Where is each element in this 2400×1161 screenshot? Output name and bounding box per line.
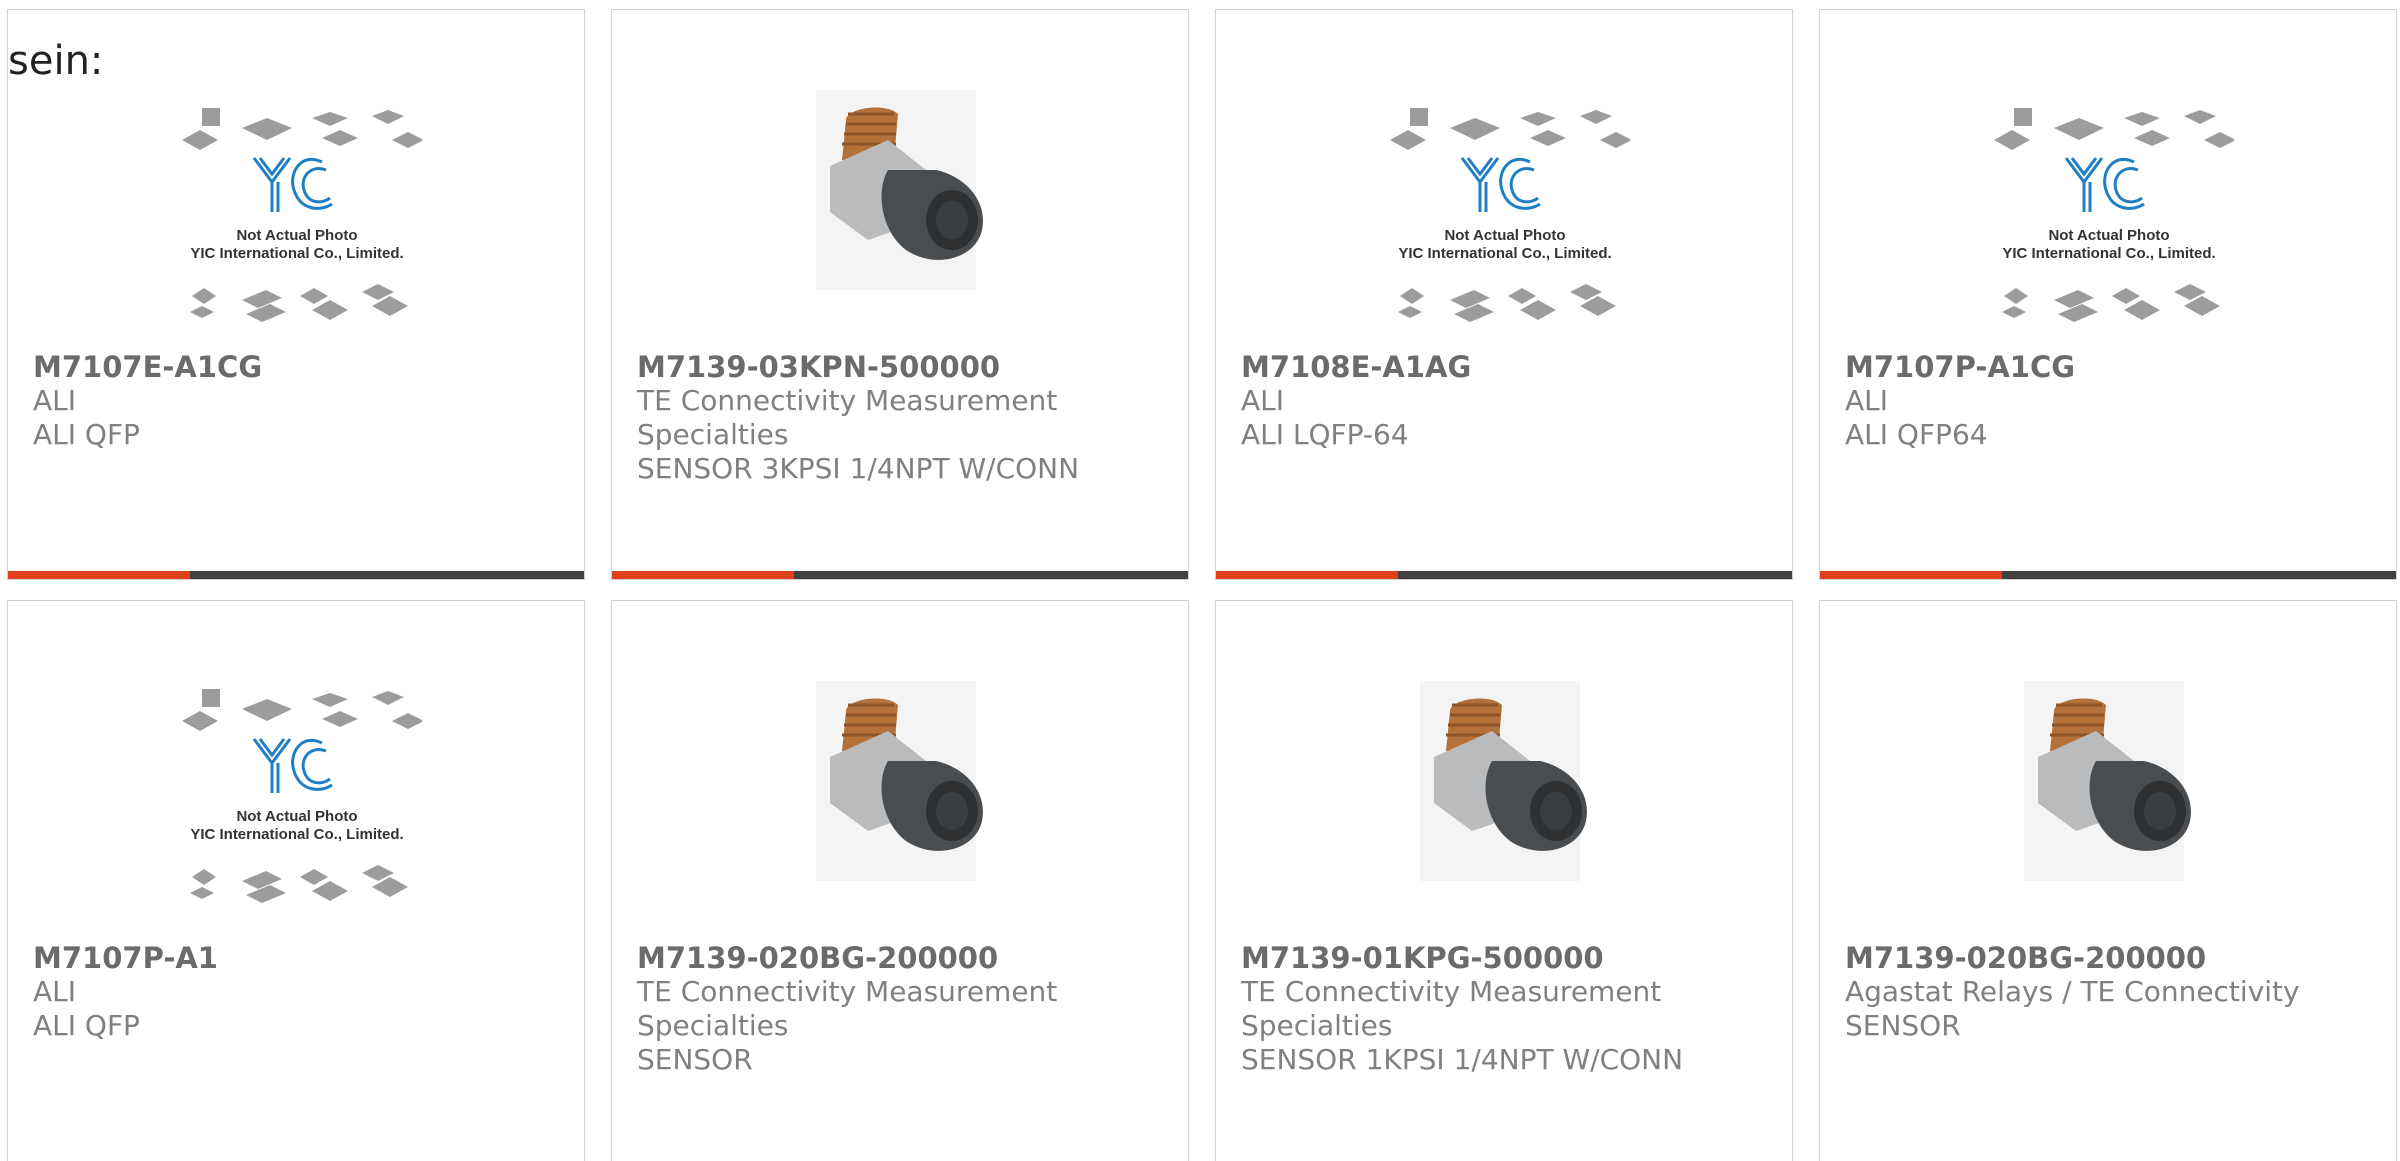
- manufacturer: TE Connectivity Measurement Specialties: [1241, 975, 1662, 1042]
- part-number[interactable]: M7139-03KPN-500000: [637, 350, 1168, 384]
- description: ALI QFP: [33, 418, 140, 451]
- card-bar-accent: [1820, 571, 2002, 579]
- product-card[interactable]: Not Actual Photo YIC International Co., …: [1819, 9, 2397, 580]
- description: SENSOR: [637, 1043, 753, 1076]
- product-info: M7108E-A1AG ALI ALI LQFP-64: [1241, 350, 1772, 452]
- part-number[interactable]: M7107E-A1CG: [33, 350, 564, 384]
- pressure-sensor-icon: [1420, 681, 1587, 881]
- part-number[interactable]: M7108E-A1AG: [1241, 350, 1772, 384]
- svg-text:YIC International Co., Limited: YIC International Co., Limited.: [2002, 245, 2215, 262]
- description: SENSOR 3KPSI 1/4NPT W/CONN: [637, 452, 1080, 485]
- product-image[interactable]: [1820, 601, 2396, 941]
- svg-text:Not Actual Photo: Not Actual Photo: [2048, 227, 2169, 244]
- yic-placeholder-icon: Not Actual Photo YIC International Co., …: [182, 689, 422, 903]
- card-bar: [612, 571, 1188, 579]
- manufacturer: ALI: [33, 975, 77, 1008]
- manufacturer: TE Connectivity Measurement Specialties: [637, 384, 1058, 451]
- product-info: M7139-01KPG-500000 TE Connectivity Measu…: [1241, 941, 1772, 1077]
- manufacturer: TE Connectivity Measurement Specialties: [637, 975, 1058, 1042]
- manufacturer: Agastat Relays / TE Connectivity: [1845, 975, 2300, 1008]
- svg-text:Not Actual Photo: Not Actual Photo: [1444, 227, 1565, 244]
- card-bar-accent: [1216, 571, 1398, 579]
- pressure-sensor-icon: [816, 681, 983, 881]
- product-card[interactable]: M7139-020BG-200000 TE Connectivity Measu…: [611, 600, 1189, 1161]
- part-number[interactable]: M7107P-A1: [33, 941, 564, 975]
- card-bar: [1216, 571, 1792, 579]
- description: ALI QFP: [33, 1009, 140, 1042]
- product-info: M7139-03KPN-500000 TE Connectivity Measu…: [637, 350, 1168, 486]
- product-card[interactable]: Not Actual Photo YIC International Co., …: [7, 600, 585, 1161]
- pressure-sensor-icon: [2024, 681, 2191, 881]
- description: SENSOR 1KPSI 1/4NPT W/CONN: [1241, 1043, 1684, 1076]
- product-card[interactable]: M7139-020BG-200000 Agastat Relays / TE C…: [1819, 600, 2397, 1161]
- yic-placeholder-icon: Not Actual Photo YIC International Co., …: [1390, 108, 1630, 322]
- product-info: M7139-020BG-200000 Agastat Relays / TE C…: [1845, 941, 2376, 1043]
- description: ALI LQFP-64: [1241, 418, 1409, 451]
- product-info: M7107P-A1CG ALI ALI QFP64: [1845, 350, 2376, 452]
- intro-text: sein:: [8, 38, 104, 84]
- yic-placeholder-icon: Not Actual Photo YIC International Co., …: [1994, 108, 2234, 322]
- yic-placeholder-icon: Not Actual Photo YIC International Co., …: [182, 108, 422, 322]
- svg-text:YIC International Co., Limited: YIC International Co., Limited.: [190, 826, 403, 843]
- product-card[interactable]: M7139-01KPG-500000 TE Connectivity Measu…: [1215, 600, 1793, 1161]
- description: ALI QFP64: [1845, 418, 1988, 451]
- svg-text:Not Actual Photo: Not Actual Photo: [236, 808, 357, 825]
- description: SENSOR: [1845, 1009, 1961, 1042]
- svg-text:Not Actual Photo: Not Actual Photo: [236, 227, 357, 244]
- product-info: M7107P-A1 ALI ALI QFP: [33, 941, 564, 1043]
- product-info: M7107E-A1CG ALI ALI QFP: [33, 350, 564, 452]
- product-grid: Not Actual Photo YIC International Co., …: [0, 0, 2400, 1161]
- card-bar-accent: [8, 571, 190, 579]
- card-bar-accent: [612, 571, 794, 579]
- product-image[interactable]: [612, 601, 1188, 941]
- part-number[interactable]: M7139-020BG-200000: [637, 941, 1168, 975]
- pressure-sensor-icon: [816, 90, 983, 290]
- svg-text:YIC International Co., Limited: YIC International Co., Limited.: [1398, 245, 1611, 262]
- part-number[interactable]: M7139-01KPG-500000: [1241, 941, 1772, 975]
- manufacturer: ALI: [33, 384, 77, 417]
- product-image-placeholder[interactable]: Not Actual Photo YIC International Co., …: [1216, 10, 1792, 350]
- card-bar: [1820, 571, 2396, 579]
- product-image-placeholder[interactable]: Not Actual Photo YIC International Co., …: [1820, 10, 2396, 350]
- product-image[interactable]: [612, 10, 1188, 350]
- part-number[interactable]: M7139-020BG-200000: [1845, 941, 2376, 975]
- part-number[interactable]: M7107P-A1CG: [1845, 350, 2376, 384]
- product-info: M7139-020BG-200000 TE Connectivity Measu…: [637, 941, 1168, 1077]
- product-card[interactable]: M7139-03KPN-500000 TE Connectivity Measu…: [611, 9, 1189, 580]
- product-card[interactable]: Not Actual Photo YIC International Co., …: [7, 9, 585, 580]
- product-image-placeholder[interactable]: Not Actual Photo YIC International Co., …: [8, 601, 584, 941]
- product-card[interactable]: Not Actual Photo YIC International Co., …: [1215, 9, 1793, 580]
- manufacturer: ALI: [1241, 384, 1285, 417]
- manufacturer: ALI: [1845, 384, 1889, 417]
- card-bar: [8, 571, 584, 579]
- product-image[interactable]: [1216, 601, 1792, 941]
- svg-text:YIC International Co., Limited: YIC International Co., Limited.: [190, 245, 403, 262]
